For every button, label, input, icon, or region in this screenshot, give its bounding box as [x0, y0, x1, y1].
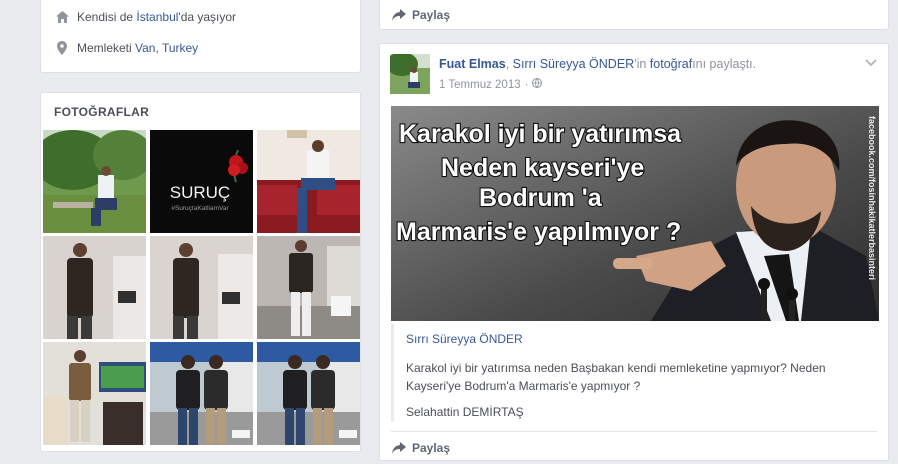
author-avatar[interactable]: [390, 54, 430, 94]
author-name-link[interactable]: Fuat Elmas: [439, 57, 506, 71]
share-label: Paylaş: [412, 8, 451, 22]
city-link[interactable]: İstanbul: [136, 10, 178, 24]
share-icon: [392, 9, 406, 21]
photo-thumb[interactable]: [257, 236, 360, 339]
photo-thumb[interactable]: [257, 342, 360, 445]
post-date[interactable]: 1 Temmuz 2013: [439, 79, 521, 91]
share-icon: [392, 442, 406, 454]
photo-link[interactable]: fotoğraf: [650, 57, 692, 71]
image-text-line-1: Karakol iyi bir yatırımsa: [399, 120, 682, 148]
photo-thumb[interactable]: [257, 130, 360, 233]
photo-thumb-suruc[interactable]: SURUÇ #SuruçtaKatliamVar: [150, 130, 253, 233]
hometown-city-link[interactable]: Van: [135, 41, 155, 55]
share-button[interactable]: Paylaş: [392, 8, 450, 22]
post-headline: Fuat Elmas, Sırrı Süreyya ÖNDER'in fotoğ…: [439, 57, 757, 71]
globe-icon: [532, 78, 543, 91]
photos-card: FOTOĞRAFLAR SURUÇ #SuruçtaKatliamVar: [40, 92, 361, 452]
image-text-line-2: Neden kayseri'ye: [441, 154, 644, 182]
image-watermark: facebook.com/fosinhakikatlerbasinteri: [867, 116, 877, 280]
caption-author-link[interactable]: Sırrı Süreyya ÖNDER: [406, 332, 523, 346]
shared-photo-post: Fuat Elmas, Sırrı Süreyya ÖNDER'in fotoğ…: [379, 43, 889, 461]
caption-signature: Selahattin DEMİRTAŞ: [406, 405, 524, 419]
caption-text: Karakol iyi bir yatırımsa neden Başbakan…: [406, 361, 826, 393]
share-button[interactable]: Paylaş: [392, 441, 450, 455]
shared-from-link[interactable]: Sırrı Süreyya ÖNDER: [513, 57, 635, 71]
hometown-row: Memleketi Van, Turkey: [55, 41, 198, 55]
hometown-text: Memleketi Van, Turkey: [77, 41, 199, 55]
image-text-line-4: Marmaris'e yapılmıyor ?: [396, 218, 681, 246]
chevron-down-icon[interactable]: [865, 56, 877, 70]
location-pin-icon: [55, 41, 69, 55]
lives-in-row: Kendisi de İstanbul'da yaşıyor: [55, 10, 236, 24]
hometown-country-link[interactable]: Turkey: [162, 41, 198, 55]
meta-dot: ·: [524, 78, 529, 91]
photo-thumb[interactable]: [43, 236, 146, 339]
image-text-line-3: Bodrum 'a: [479, 184, 603, 212]
post-meta: 1 Temmuz 2013 ·: [439, 78, 543, 91]
share-label: Paylaş: [412, 441, 451, 455]
post-image[interactable]: Karakol iyi bir yatırımsa Neden kayseri'…: [391, 106, 879, 321]
suruc-tag: #SuruçtaKatliamVar: [171, 205, 229, 212]
suruc-title: SURUÇ: [170, 183, 230, 202]
intro-card: Kendisi de İstanbul'da yaşıyor Memleketi…: [40, 0, 361, 73]
previous-post-footer: Paylaş: [379, 0, 889, 30]
home-icon: [55, 10, 69, 24]
photo-thumb[interactable]: [43, 342, 146, 445]
post-divider: [391, 431, 877, 432]
photo-thumb[interactable]: [43, 130, 146, 233]
photos-heading[interactable]: FOTOĞRAFLAR: [54, 105, 149, 119]
photo-thumb[interactable]: [150, 342, 253, 445]
photo-caption-quote: Sırrı Süreyya ÖNDER Karakol iyi bir yatı…: [391, 324, 870, 422]
photo-thumb[interactable]: [150, 236, 253, 339]
lives-in-text: Kendisi de İstanbul'da yaşıyor: [77, 10, 237, 24]
